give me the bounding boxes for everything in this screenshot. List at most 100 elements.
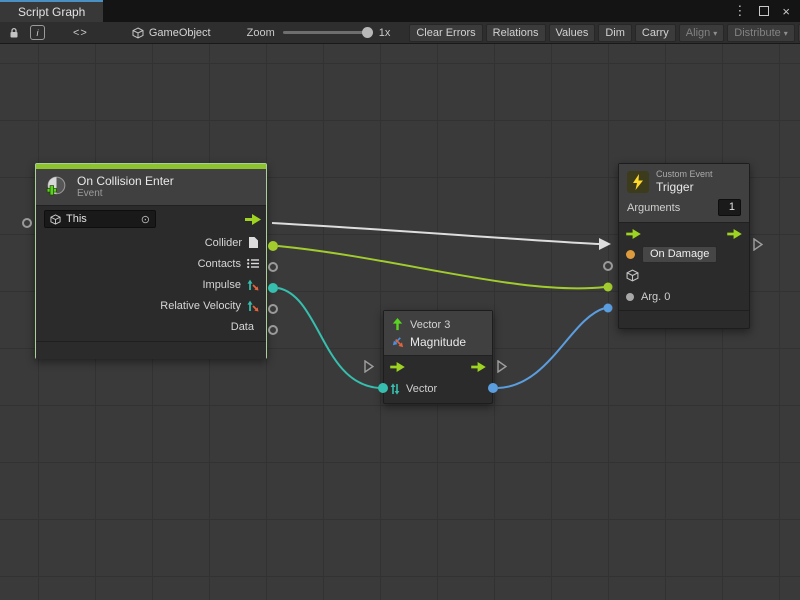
- toolbar-buttons: Clear Errors Relations Values Dim Carry …: [406, 24, 800, 42]
- flow-output-arrow-icon: [471, 362, 486, 372]
- unity-script-graph-window: Script Graph ⋮ × i <> GameObject Zoom 1x: [0, 0, 800, 600]
- event-name-field[interactable]: On Damage: [642, 246, 717, 263]
- port-contacts-output[interactable]: [268, 262, 278, 272]
- clear-errors-button[interactable]: Clear Errors: [409, 24, 482, 42]
- flow-input-arrow-icon: [626, 229, 641, 239]
- port-event-name-input[interactable]: [603, 261, 613, 271]
- port-relative-velocity-output[interactable]: [268, 304, 278, 314]
- lock-icon[interactable]: [8, 27, 20, 39]
- zoom-slider-knob[interactable]: [362, 27, 373, 38]
- port-collider-output[interactable]: [268, 241, 278, 251]
- distribute-button[interactable]: Distribute▾: [727, 24, 794, 42]
- maximize-box: [759, 6, 769, 16]
- relations-button[interactable]: Relations: [486, 24, 546, 42]
- maximize-icon[interactable]: [759, 4, 769, 19]
- contacts-list-icon: [247, 258, 259, 269]
- output-row-impulse: Impulse: [36, 274, 266, 295]
- output-label: Relative Velocity: [160, 300, 241, 312]
- node-category: Custom Event: [656, 169, 713, 180]
- zoom-value: 1x: [379, 27, 391, 39]
- output-row-data: Data: [36, 316, 266, 337]
- port-vector-input[interactable]: [378, 383, 388, 393]
- collision-event-icon: [44, 175, 69, 200]
- string-port-dot[interactable]: [626, 250, 635, 259]
- tab-script-graph[interactable]: Script Graph: [0, 0, 103, 22]
- window-titlebar: Script Graph ⋮ ×: [0, 0, 800, 22]
- chevron-down-icon: ▾: [713, 29, 717, 38]
- collision-row-this: This ⊙: [36, 206, 266, 232]
- graph-canvas[interactable]: On Collision Enter Event This ⊙ Collider…: [0, 44, 800, 600]
- node-trigger-custom-event[interactable]: Custom Event Trigger Arguments 1 On Dama…: [618, 163, 750, 329]
- node-subtitle: Event: [77, 188, 174, 200]
- vector-arrows-icon: [247, 300, 259, 312]
- node-vector3-magnitude[interactable]: Vector 3 Magnitude Vector: [383, 310, 493, 404]
- collision-node-header: On Collision Enter Event: [36, 169, 266, 206]
- vector-flow-row: [384, 356, 492, 378]
- arg0-port-dot[interactable]: [626, 293, 634, 301]
- port-magnitude-output[interactable]: [488, 383, 498, 393]
- wire-impulse-to-vector[interactable]: [278, 288, 379, 388]
- tab-label: Script Graph: [18, 5, 85, 19]
- wire-magnitude-to-arg0[interactable]: [498, 308, 605, 388]
- vector-updown-icon: [390, 383, 400, 395]
- event-flow-row: [619, 223, 749, 244]
- cube-icon: [50, 214, 61, 225]
- align-label: Align: [686, 27, 710, 39]
- values-button[interactable]: Values: [549, 24, 596, 42]
- object-picker-icon[interactable]: ⊙: [141, 213, 150, 226]
- info-icon[interactable]: i: [30, 25, 45, 40]
- vector-arrows-icon: [247, 279, 259, 291]
- zoom-label: Zoom: [247, 27, 275, 39]
- zoom-slider[interactable]: [283, 31, 371, 34]
- this-object-field[interactable]: This ⊙: [44, 210, 156, 228]
- chevron-down-icon: ▾: [784, 29, 788, 38]
- gameobject-label: GameObject: [149, 27, 211, 39]
- arguments-count-field[interactable]: 1: [718, 199, 741, 216]
- flow-port-triangle-vector-right[interactable]: [497, 360, 507, 373]
- event-arg0-row: Arg. 0: [619, 286, 749, 307]
- custom-event-bolt-icon: [627, 171, 649, 193]
- vector-input-label: Vector: [406, 383, 437, 395]
- flow-port-triangle-vector-left[interactable]: [364, 360, 374, 373]
- node-title: Magnitude: [410, 335, 466, 349]
- code-glyph: <>: [73, 27, 88, 39]
- event-target-row: [619, 265, 749, 286]
- info-glyph: i: [30, 25, 45, 40]
- output-row-contacts: Contacts: [36, 253, 266, 274]
- wire-collider-to-target[interactable]: [278, 246, 605, 288]
- carry-button[interactable]: Carry: [635, 24, 676, 42]
- zoom-control: Zoom 1x: [247, 27, 391, 39]
- flow-output-arrow-icon: [727, 229, 742, 239]
- output-label: Impulse: [202, 279, 241, 291]
- dim-button[interactable]: Dim: [598, 24, 632, 42]
- graph-toolbar: i <> GameObject Zoom 1x Clear Errors Rel…: [0, 22, 800, 44]
- align-button[interactable]: Align▾: [679, 24, 724, 42]
- node-on-collision-enter[interactable]: On Collision Enter Event This ⊙ Collider…: [35, 163, 267, 359]
- collider-doc-icon: [248, 236, 259, 249]
- cube-icon: [132, 27, 144, 39]
- flow-port-triangle-event-right[interactable]: [753, 238, 763, 251]
- port-this-input[interactable]: [22, 218, 32, 228]
- arguments-row: Arguments 1: [627, 199, 741, 216]
- output-label: Data: [231, 321, 254, 333]
- flow-output-arrow-icon: [245, 214, 261, 225]
- arg0-label: Arg. 0: [641, 291, 670, 303]
- window-controls: ⋮ ×: [733, 0, 800, 22]
- event-name-row: On Damage: [619, 244, 749, 265]
- gameobject-selector[interactable]: GameObject: [132, 27, 211, 39]
- arguments-label: Arguments: [627, 202, 680, 214]
- output-row-relative-velocity: Relative Velocity: [36, 295, 266, 316]
- output-row-collider: Collider: [36, 232, 266, 253]
- port-impulse-output[interactable]: [268, 283, 278, 293]
- magnitude-arrows-icon: [391, 335, 404, 348]
- close-icon[interactable]: ×: [782, 4, 790, 19]
- output-label: Collider: [205, 237, 242, 249]
- menu-icon[interactable]: ⋮: [733, 3, 746, 19]
- this-value: This: [66, 213, 136, 225]
- wire-flow-arrowhead: [599, 238, 611, 250]
- code-view-icon[interactable]: <>: [73, 27, 88, 39]
- wire-end-dot-blue: [604, 304, 613, 313]
- port-data-output[interactable]: [268, 325, 278, 335]
- vector-input-row: Vector: [384, 378, 492, 400]
- wire-flow-event-to-trigger[interactable]: [272, 223, 599, 244]
